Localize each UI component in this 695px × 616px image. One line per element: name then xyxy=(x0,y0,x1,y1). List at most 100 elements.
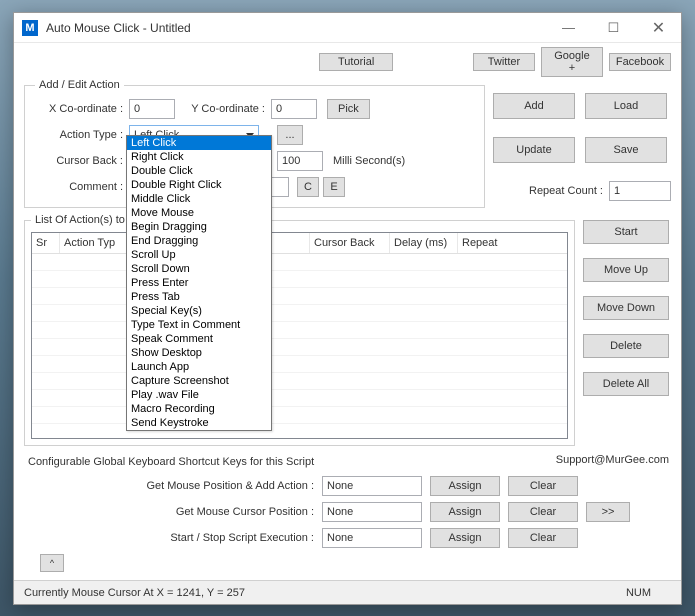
table-row[interactable] xyxy=(32,373,567,390)
actions-legend: List Of Action(s) to xyxy=(31,214,129,226)
dropdown-option[interactable]: Send Keystroke xyxy=(127,416,271,430)
x-input[interactable] xyxy=(129,99,175,119)
list-section: List Of Action(s) to Sr Action Typ Curso… xyxy=(24,214,671,452)
moveup-button[interactable]: Move Up xyxy=(583,258,669,282)
dropdown-option[interactable]: Scroll Up xyxy=(127,248,271,262)
shortcut1-clear[interactable]: Clear xyxy=(508,476,578,496)
col-action[interactable]: Action Typ xyxy=(60,233,130,253)
table-body xyxy=(32,254,567,424)
minimize-button[interactable]: — xyxy=(546,14,591,42)
action-type-label: Action Type : xyxy=(35,129,123,141)
comment-label: Comment : xyxy=(35,181,123,193)
dropdown-option[interactable]: Capture Screenshot xyxy=(127,374,271,388)
shortcut2-assign[interactable]: Assign xyxy=(430,502,500,522)
load-button[interactable]: Load xyxy=(585,93,667,119)
close-button[interactable]: ✕ xyxy=(636,14,681,42)
y-input[interactable] xyxy=(271,99,317,119)
shortcut3-assign[interactable]: Assign xyxy=(430,528,500,548)
deleteall-button[interactable]: Delete All xyxy=(583,372,669,396)
update-button[interactable]: Update xyxy=(493,137,575,163)
table-row[interactable] xyxy=(32,254,567,271)
table-row[interactable] xyxy=(32,390,567,407)
right-buttons: Add Load Update Save Repeat Count : xyxy=(493,79,671,214)
table-header: Sr Action Typ Cursor Back Delay (ms) Rep… xyxy=(32,233,567,254)
table-row[interactable] xyxy=(32,407,567,424)
delete-button[interactable]: Delete xyxy=(583,334,669,358)
col-delay[interactable]: Delay (ms) xyxy=(390,233,458,253)
twitter-button[interactable]: Twitter xyxy=(473,53,535,71)
movedown-button[interactable]: Move Down xyxy=(583,296,669,320)
upper-section: Add / Edit Action X Co-ordinate : Y Co-o… xyxy=(24,79,671,214)
dropdown-option[interactable]: Play .wav File xyxy=(127,388,271,402)
start-button[interactable]: Start xyxy=(583,220,669,244)
shortcut2-input[interactable] xyxy=(322,502,422,522)
shortcut1-input[interactable] xyxy=(322,476,422,496)
table-row[interactable] xyxy=(32,305,567,322)
content-area: Tutorial Twitter Google + Facebook Add /… xyxy=(14,43,681,578)
facebook-button[interactable]: Facebook xyxy=(609,53,671,71)
shortcut1-assign[interactable]: Assign xyxy=(430,476,500,496)
ellipsis-button[interactable]: ... xyxy=(277,125,303,145)
actions-list[interactable]: Sr Action Typ Cursor Back Delay (ms) Rep… xyxy=(31,232,568,439)
actions-fieldset: List Of Action(s) to Sr Action Typ Curso… xyxy=(24,214,575,446)
repeat-input[interactable] xyxy=(609,181,671,201)
dropdown-option[interactable]: Right Click xyxy=(127,150,271,164)
dropdown-option[interactable]: Double Right Click xyxy=(127,178,271,192)
dropdown-option[interactable]: Press Tab xyxy=(127,290,271,304)
more-button[interactable]: >> xyxy=(586,502,630,522)
dropdown-option[interactable]: Launch App xyxy=(127,360,271,374)
google-button[interactable]: Google + xyxy=(541,47,603,77)
cursor-back-label: Cursor Back : xyxy=(35,155,123,167)
e-button[interactable]: E xyxy=(323,177,345,197)
app-icon: M xyxy=(22,20,38,36)
dropdown-option[interactable]: Begin Dragging xyxy=(127,220,271,234)
c-button[interactable]: C xyxy=(297,177,319,197)
maximize-button[interactable]: ☐ xyxy=(591,14,636,42)
titlebar: M Auto Mouse Click - Untitled — ☐ ✕ xyxy=(14,13,681,43)
statusbar: Currently Mouse Cursor At X = 1241, Y = … xyxy=(14,580,681,604)
shortcut2-clear[interactable]: Clear xyxy=(508,502,578,522)
support-link[interactable]: Support@MurGee.com xyxy=(556,454,669,466)
repeat-label: Repeat Count : xyxy=(529,185,603,197)
table-row[interactable] xyxy=(32,271,567,288)
dropdown-option[interactable]: Type Text in Comment xyxy=(127,318,271,332)
dropdown-option[interactable]: Special Key(s) xyxy=(127,304,271,318)
shortcut3-clear[interactable]: Clear xyxy=(508,528,578,548)
dropdown-option[interactable]: Macro Recording xyxy=(127,402,271,416)
save-button[interactable]: Save xyxy=(585,137,667,163)
dropdown-option[interactable]: Press Enter xyxy=(127,276,271,290)
dropdown-option[interactable]: Left Click xyxy=(127,136,271,150)
col-cursor[interactable]: Cursor Back xyxy=(310,233,390,253)
delay-input[interactable] xyxy=(277,151,323,171)
status-text: Currently Mouse Cursor At X = 1241, Y = … xyxy=(24,587,245,599)
table-row[interactable] xyxy=(32,356,567,373)
list-action-buttons: Start Move Up Move Down Delete Delete Al… xyxy=(583,214,671,452)
shortcut-section: Configurable Global Keyboard Shortcut Ke… xyxy=(24,456,671,572)
dropdown-option[interactable]: End Dragging xyxy=(127,234,271,248)
add-button[interactable]: Add xyxy=(493,93,575,119)
dropdown-option[interactable]: Speak Comment xyxy=(127,332,271,346)
dropdown-option[interactable]: Move Mouse xyxy=(127,206,271,220)
add-edit-legend: Add / Edit Action xyxy=(35,79,124,91)
shortcut3-input[interactable] xyxy=(322,528,422,548)
table-row[interactable] xyxy=(32,339,567,356)
table-row[interactable] xyxy=(32,322,567,339)
tutorial-button[interactable]: Tutorial xyxy=(319,53,393,71)
action-type-dropdown[interactable]: Left ClickRight ClickDouble ClickDouble … xyxy=(126,135,272,431)
col-repeat[interactable]: Repeat xyxy=(458,233,567,253)
table-row[interactable] xyxy=(32,288,567,305)
y-label: Y Co-ordinate : xyxy=(181,103,265,115)
status-num: NUM xyxy=(626,587,651,599)
dropdown-option[interactable]: Scroll Down xyxy=(127,262,271,276)
window-title: Auto Mouse Click - Untitled xyxy=(46,21,546,35)
shortcut3-label: Start / Stop Script Execution : xyxy=(24,532,314,544)
dropdown-option[interactable]: Show Desktop xyxy=(127,346,271,360)
col-sr[interactable]: Sr xyxy=(32,233,60,253)
caret-button[interactable]: ^ xyxy=(40,554,64,572)
x-label: X Co-ordinate : xyxy=(35,103,123,115)
dropdown-option[interactable]: Middle Click xyxy=(127,192,271,206)
dropdown-option[interactable]: Double Click xyxy=(127,164,271,178)
pick-button[interactable]: Pick xyxy=(327,99,370,119)
top-row: Tutorial Twitter Google + Facebook xyxy=(24,47,671,77)
shortcut1-label: Get Mouse Position & Add Action : xyxy=(24,480,314,492)
